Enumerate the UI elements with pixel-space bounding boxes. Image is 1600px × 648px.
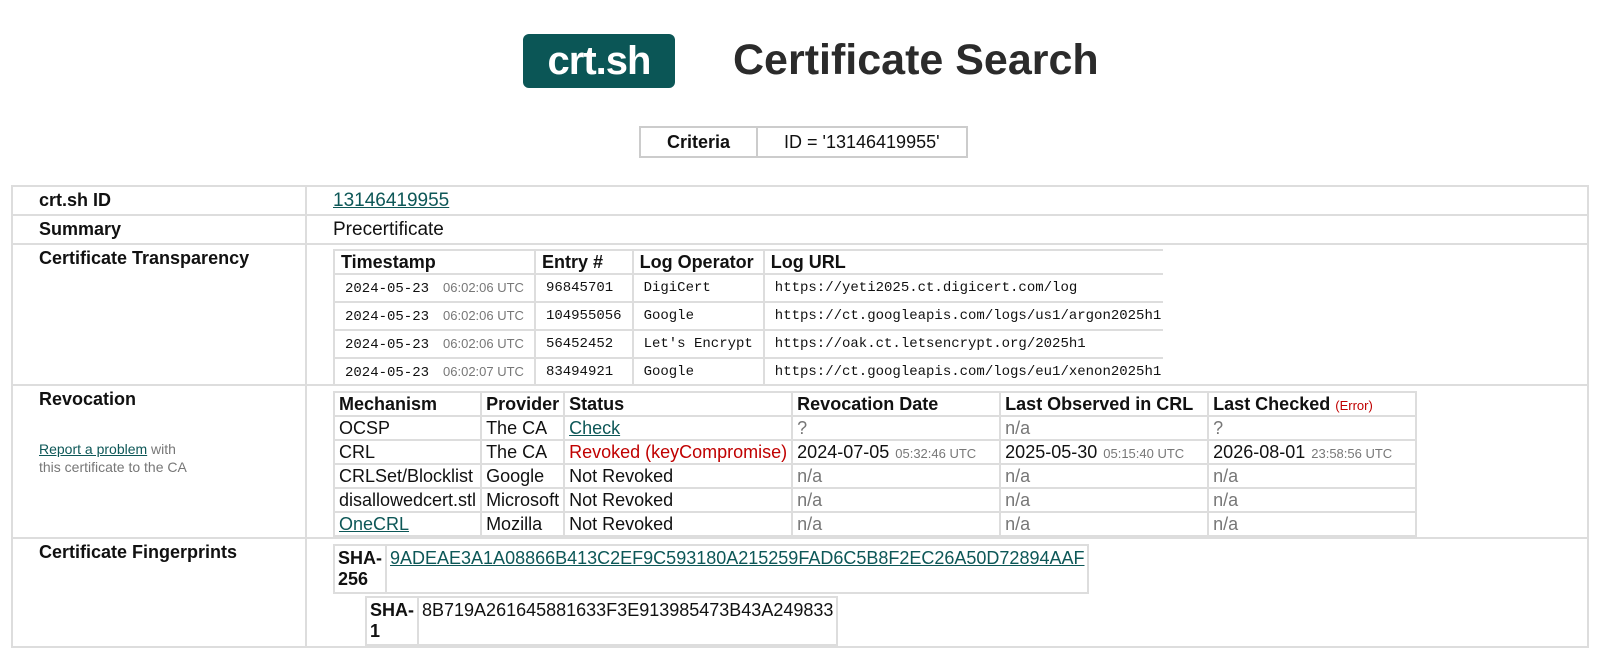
site-logo[interactable]: crt.sh (523, 34, 675, 88)
rev-date: n/a (791, 487, 1002, 513)
crtsh-id-label: crt.sh ID (11, 185, 307, 216)
ct-date: 2024-05-23 (345, 280, 430, 297)
rev-header-provider: Provider (480, 391, 566, 417)
ct-time: 06:02:07 UTC (443, 363, 524, 379)
ct-log-table: Timestamp Entry # Log Operator Log URL 2… (333, 249, 1163, 384)
rev-date: 2024-07-05 05:32:46 UTC (791, 439, 1002, 465)
ct-header-url: Log URL (762, 249, 1163, 275)
revocation-label: Revocation (39, 389, 137, 409)
header: crt.sh Certificate Search (0, 34, 1600, 90)
rev-provider: Microsoft (480, 487, 566, 513)
rev-date: n/a (791, 511, 1002, 537)
table-row: 2024-05-23 06:02:06 UTC 56452452 Let's En… (333, 329, 1163, 359)
criteria-box: Criteria ID = '13146419955' (638, 126, 968, 158)
table-row: 2024-05-23 06:02:06 UTC 96845701 DigiCert… (333, 273, 1163, 303)
ct-date: 2024-05-23 (345, 364, 430, 381)
ct-time: 06:02:06 UTC (443, 279, 524, 295)
ct-entry: 56452452 (533, 329, 634, 359)
fingerprints-table: SHA-256 9ADEAE3A1A08866B413C2EF9C593180A… (333, 544, 1090, 594)
sha1-value: 8B719A261645881633F3E913985473B43A249833 (416, 596, 839, 646)
certificate-details-table: crt.sh ID 13146419955 Summary Precertifi… (11, 185, 1589, 648)
onecrl-link[interactable]: OneCRL (339, 514, 409, 534)
ct-operator: Let's Encrypt (631, 329, 765, 359)
ct-operator: Google (631, 357, 765, 384)
ct-label: Certificate Transparency (11, 243, 307, 386)
table-row: CRLSet/Blocklist Google Not Revoked n/a … (332, 463, 1418, 489)
ct-url: https://oak.ct.letsencrypt.org/2025h1 (762, 329, 1163, 359)
rev-date: n/a (791, 463, 1002, 489)
rev-checked: 2026-08-01 23:58:56 UTC (1207, 439, 1418, 465)
sha1-label: SHA-1 (365, 596, 419, 646)
rev-checked: n/a (1207, 511, 1418, 537)
ct-time: 06:02:06 UTC (443, 335, 524, 351)
rev-observed: n/a (999, 463, 1210, 489)
ct-log-scroll-area[interactable]: Timestamp Entry # Log Operator Log URL 2… (333, 249, 1163, 384)
sha256-link[interactable]: 9ADEAE3A1A08866B413C2EF9C593180A215259FA… (390, 548, 1084, 568)
ct-entry: 96845701 (533, 273, 634, 303)
ct-url: https://ct.googleapis.com/logs/eu1/xenon… (762, 357, 1163, 384)
rev-provider: Mozilla (480, 511, 566, 537)
rev-header-revocation-date: Revocation Date (791, 391, 1002, 417)
summary-value: Precertificate (305, 214, 1589, 245)
rev-observed: n/a (999, 511, 1210, 537)
rev-mechanism: CRLSet/Blocklist (332, 463, 483, 489)
sha256-label: SHA-256 (333, 544, 387, 594)
ct-entry: 104955056 (533, 301, 634, 331)
table-row: OCSP The CA Check ? n/a ? (332, 415, 1418, 441)
rev-observed: n/a (999, 415, 1210, 441)
rev-status: Not Revoked (563, 487, 794, 513)
rev-provider: Google (480, 463, 566, 489)
error-note: (Error) (1335, 397, 1373, 413)
criteria-value: ID = '13146419955' (756, 126, 968, 158)
table-row: disallowedcert.stl Microsoft Not Revoked… (332, 487, 1418, 513)
rev-header-last-observed: Last Observed in CRL (999, 391, 1210, 417)
rev-header-last-checked: Last Checked (Error) (1207, 391, 1418, 417)
sha1-table: SHA-1 8B719A261645881633F3E913985473B43A… (365, 596, 839, 646)
rev-provider: The CA (480, 439, 566, 465)
table-row: OneCRL Mozilla Not Revoked n/a n/a n/a (332, 511, 1418, 537)
rev-header-status: Status (563, 391, 794, 417)
ct-operator: DigiCert (631, 273, 765, 303)
summary-label: Summary (11, 214, 307, 245)
table-row: 2024-05-23 06:02:07 UTC 83494921 Google h… (333, 357, 1163, 384)
table-row: 2024-05-23 06:02:06 UTC 104955056 Google … (333, 301, 1163, 331)
ct-header-entry: Entry # (533, 249, 634, 275)
rev-status-revoked: Revoked (keyCompromise) (563, 439, 794, 465)
rev-observed: 2025-05-30 05:15:40 UTC (999, 439, 1210, 465)
rev-mechanism: disallowedcert.stl (332, 487, 483, 513)
ct-url: https://ct.googleapis.com/logs/us1/argon… (762, 301, 1163, 331)
ct-date: 2024-05-23 (345, 336, 430, 353)
page-title: Certificate Search (733, 36, 1099, 84)
rev-checked: n/a (1207, 463, 1418, 489)
revocation-table: Mechanism Provider Status Revocation Dat… (332, 391, 1418, 537)
crtsh-id-link[interactable]: 13146419955 (333, 190, 449, 211)
ct-url: https://yeti2025.ct.digicert.com/log (762, 273, 1163, 303)
ct-time: 06:02:06 UTC (443, 307, 524, 323)
rev-checked: ? (1207, 415, 1418, 441)
rev-header-mechanism: Mechanism (332, 391, 483, 417)
rev-status: Not Revoked (563, 511, 794, 537)
ocsp-check-link[interactable]: Check (569, 418, 620, 438)
ct-entry: 83494921 (533, 357, 634, 384)
ct-date: 2024-05-23 (345, 308, 430, 325)
rev-checked: n/a (1207, 487, 1418, 513)
report-problem-note: Report a problem with this certificate t… (39, 441, 187, 475)
fingerprints-label: Certificate Fingerprints (11, 537, 307, 648)
table-row: CRL The CA Revoked (keyCompromise) 2024-… (332, 439, 1418, 465)
rev-provider: The CA (480, 415, 566, 441)
report-problem-link[interactable]: Report a problem (39, 441, 147, 457)
ct-header-timestamp: Timestamp (333, 249, 536, 275)
ct-operator: Google (631, 301, 765, 331)
rev-observed: n/a (999, 487, 1210, 513)
rev-mechanism: OCSP (332, 415, 483, 441)
rev-status: Not Revoked (563, 463, 794, 489)
rev-date: ? (791, 415, 1002, 441)
ct-header-operator: Log Operator (631, 249, 765, 275)
criteria-label: Criteria (638, 126, 759, 158)
rev-mechanism: CRL (332, 439, 483, 465)
